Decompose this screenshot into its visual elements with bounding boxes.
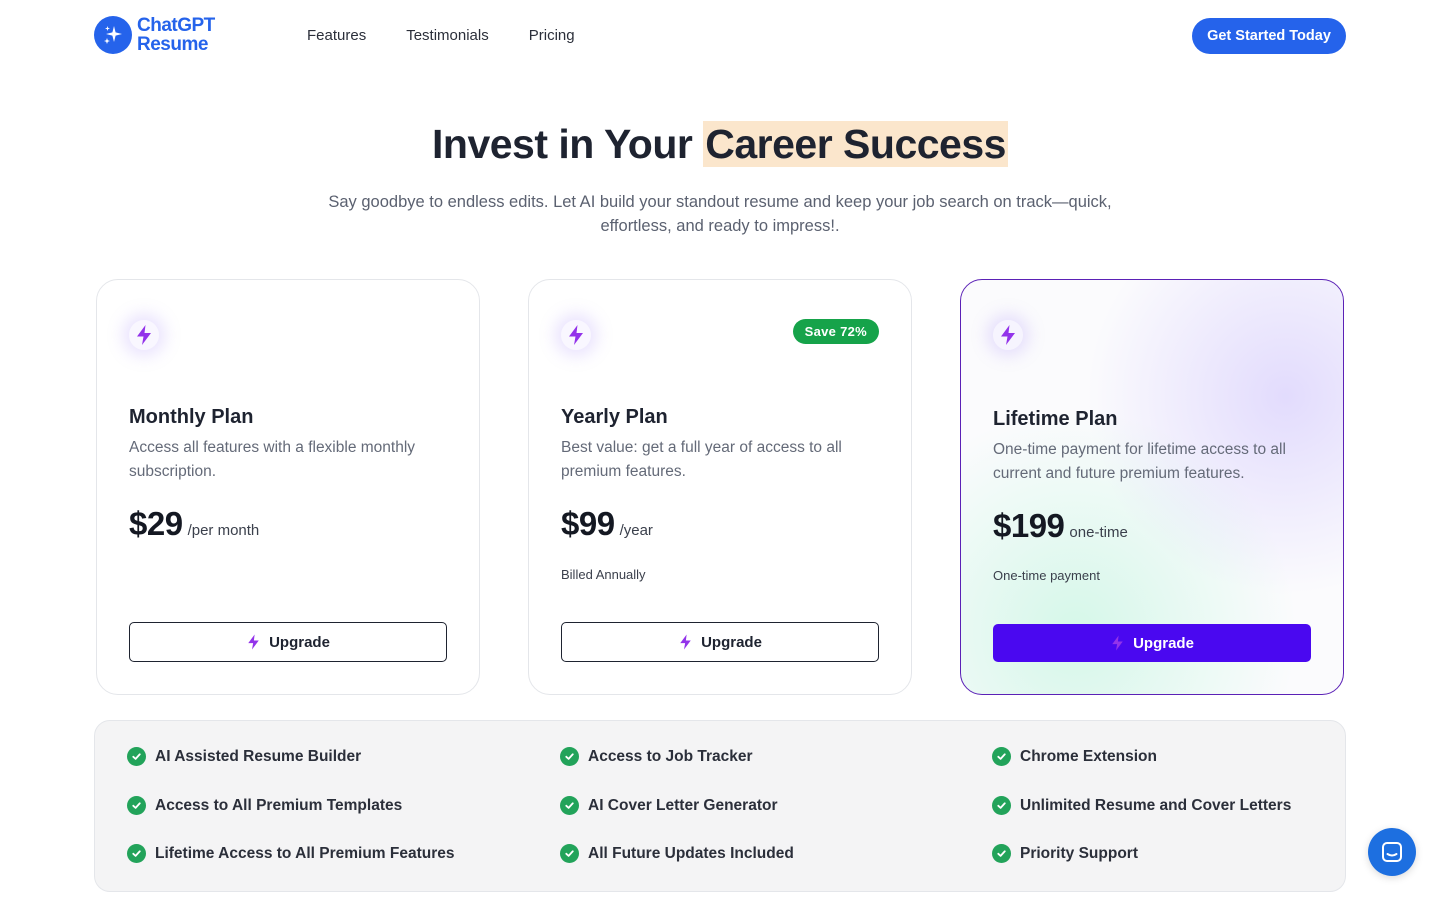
check-circle-icon (560, 747, 579, 766)
bolt-icon (993, 320, 1023, 350)
bolt-icon (678, 633, 693, 651)
plan-name: Monthly Plan (129, 406, 254, 428)
check-circle-icon (992, 796, 1011, 815)
plan-card-monthly: Monthly Plan Access all features with a … (96, 279, 480, 695)
feature-label: Unlimited Resume and Cover Letters (1020, 796, 1292, 814)
page-title: Invest in Your Career Success (0, 118, 1440, 170)
bolt-icon (1110, 634, 1125, 652)
upgrade-button-yearly[interactable]: Upgrade (561, 622, 879, 662)
check-circle-icon (127, 844, 146, 863)
sparkle-icon (94, 16, 132, 54)
feature-label: Access to Job Tracker (588, 747, 753, 765)
plan-description: Best value: get a full year of access to… (561, 439, 842, 480)
plan-price: $199 (993, 507, 1065, 544)
nav-testimonials[interactable]: Testimonials (406, 26, 489, 46)
bolt-icon (129, 320, 159, 350)
plan-period: one-time (1069, 524, 1128, 541)
feature-item: Unlimited Resume and Cover Letters (992, 796, 1291, 815)
bolt-icon (246, 633, 261, 651)
feature-label: Priority Support (1020, 844, 1138, 862)
feature-item: Lifetime Access to All Premium Features (127, 844, 454, 863)
get-started-button[interactable]: Get Started Today (1192, 18, 1346, 54)
features-panel: AI Assisted Resume Builder Access to Job… (94, 720, 1346, 892)
nav-features[interactable]: Features (307, 26, 366, 46)
brand-name: ChatGPT Resume (137, 16, 215, 54)
billing-note: One-time payment (993, 568, 1100, 583)
check-circle-icon (127, 747, 146, 766)
main-nav: Features Testimonials Pricing (307, 26, 615, 46)
check-circle-icon (560, 844, 579, 863)
check-circle-icon (560, 796, 579, 815)
chat-icon (1380, 840, 1404, 864)
feature-label: AI Cover Letter Generator (588, 796, 778, 814)
page-subtitle: Say goodbye to endless edits. Let AI bui… (328, 193, 1112, 235)
price-row: $29 /per month (129, 505, 259, 543)
feature-label: Access to All Premium Templates (155, 796, 403, 814)
billing-note: Billed Annually (561, 567, 646, 582)
plan-name: Lifetime Plan (993, 408, 1118, 430)
plan-period: /per month (187, 522, 260, 539)
price-row: $199 one-time (993, 507, 1128, 545)
plan-card-yearly: Save 72% Yearly Plan Best value: get a f… (528, 279, 912, 695)
upgrade-label: Upgrade (701, 633, 762, 651)
bolt-icon (561, 320, 591, 350)
feature-item: Access to Job Tracker (560, 747, 753, 766)
price-row: $99 /year (561, 505, 653, 543)
nav-pricing[interactable]: Pricing (529, 26, 575, 46)
plan-price: $29 (129, 505, 183, 542)
plan-price: $99 (561, 505, 615, 542)
feature-item: AI Cover Letter Generator (560, 796, 778, 815)
chat-launcher-button[interactable] (1368, 828, 1416, 876)
feature-label: AI Assisted Resume Builder (155, 747, 362, 765)
plan-period: /year (619, 522, 653, 539)
check-circle-icon (992, 844, 1011, 863)
brand-logo[interactable]: ChatGPT Resume (94, 16, 215, 54)
brand-line-2: Resume (137, 34, 208, 55)
upgrade-button-lifetime[interactable]: Upgrade (993, 624, 1311, 662)
title-plain: Invest in Your (432, 121, 704, 167)
feature-label: Chrome Extension (1020, 747, 1157, 765)
title-highlight: Career Success (703, 121, 1008, 167)
upgrade-button-monthly[interactable]: Upgrade (129, 622, 447, 662)
feature-item: Access to All Premium Templates (127, 796, 402, 815)
savings-badge: Save 72% (792, 319, 879, 344)
check-circle-icon (992, 747, 1011, 766)
feature-item: Priority Support (992, 844, 1138, 863)
plan-description: Access all features with a flexible mont… (129, 439, 416, 480)
feature-label: All Future Updates Included (588, 844, 794, 862)
plan-name: Yearly Plan (561, 406, 668, 428)
feature-item: AI Assisted Resume Builder (127, 747, 361, 766)
plan-description: One-time payment for lifetime access to … (993, 441, 1286, 482)
feature-label: Lifetime Access to All Premium Features (155, 844, 455, 862)
upgrade-label: Upgrade (1133, 634, 1194, 652)
upgrade-label: Upgrade (269, 633, 330, 651)
plan-card-lifetime: Lifetime Plan One-time payment for lifet… (960, 279, 1344, 695)
feature-item: Chrome Extension (992, 747, 1157, 766)
feature-item: All Future Updates Included (560, 844, 794, 863)
site-header: ChatGPT Resume Features Testimonials Pri… (0, 0, 1440, 72)
brand-line-1: ChatGPT (137, 15, 215, 36)
check-circle-icon (127, 796, 146, 815)
